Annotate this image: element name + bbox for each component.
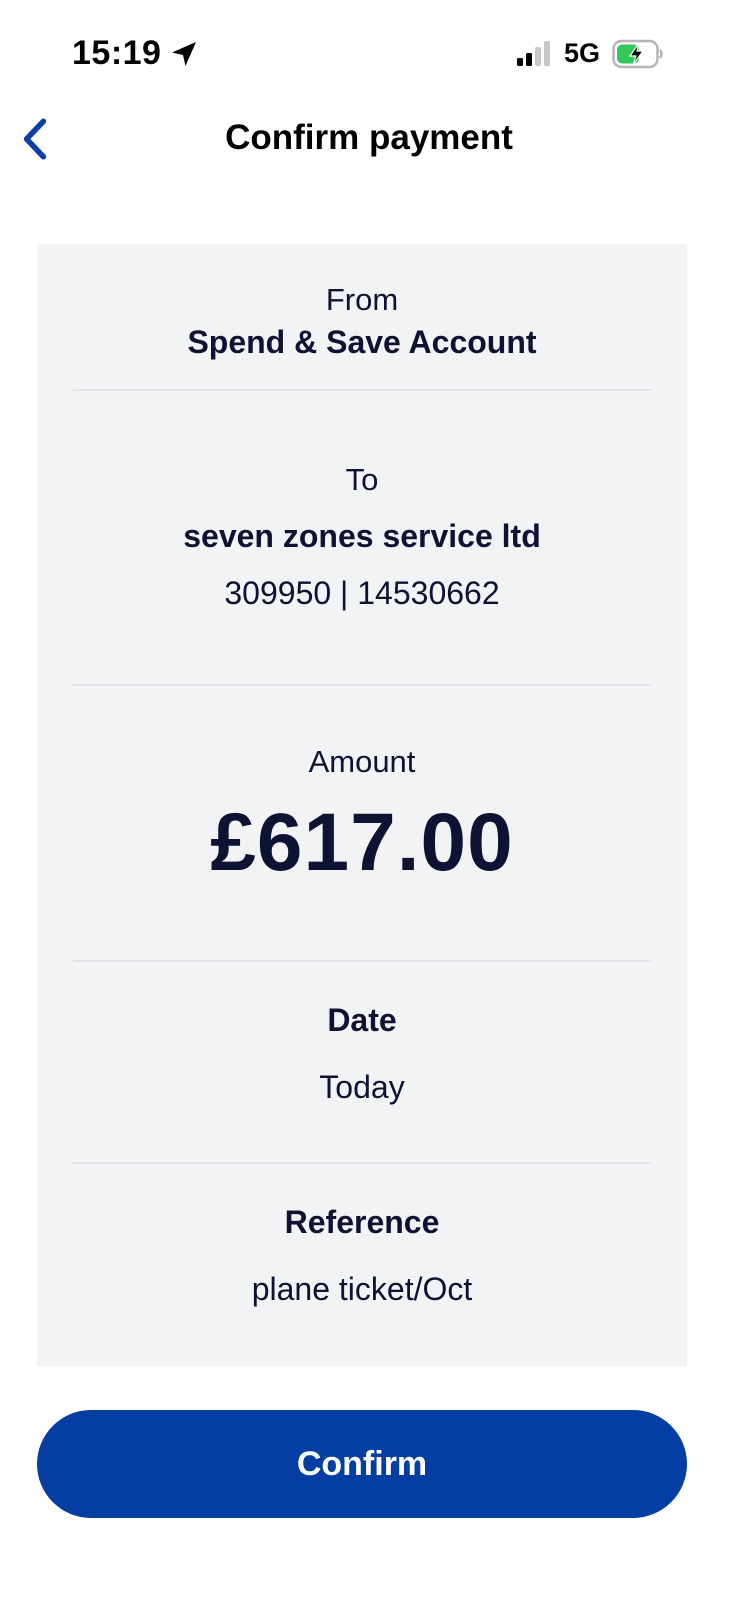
amount-section: Amount £617.00 — [73, 744, 651, 890]
status-time-group: 15:19 — [72, 34, 199, 73]
date-label: Date — [327, 1002, 397, 1038]
to-label: To — [345, 462, 379, 497]
signal-icon — [516, 40, 552, 68]
divider — [73, 960, 651, 962]
date-value: Today — [319, 1069, 405, 1105]
divider — [73, 389, 651, 391]
payee-account-details: 309950 | 14530662 — [224, 575, 500, 611]
divider — [73, 1162, 651, 1164]
to-section: To seven zones service ltd 309950 | 1453… — [73, 462, 651, 612]
from-account-name: Spend & Save Account — [187, 324, 537, 360]
from-section: From Spend & Save Account — [73, 282, 651, 361]
nav-header: Confirm payment — [0, 100, 738, 180]
from-label: From — [325, 282, 399, 317]
payment-summary-card: From Spend & Save Account To seven zones… — [37, 244, 687, 1366]
status-indicators: 5G — [516, 38, 664, 69]
network-label: 5G — [563, 38, 600, 68]
payment-amount: £617.00 — [210, 797, 514, 888]
divider — [73, 684, 651, 686]
status-bar: 15:19 5G — [0, 0, 738, 100]
amount-label: Amount — [308, 744, 416, 779]
payee-name: seven zones service ltd — [183, 518, 541, 554]
reference-label: Reference — [284, 1204, 440, 1240]
status-time: 15:19 — [72, 34, 162, 72]
reference-section: Reference plane ticket/Oct — [73, 1204, 651, 1308]
page-title: Confirm payment — [225, 118, 513, 157]
date-section: Date Today — [73, 1002, 651, 1106]
location-arrow-icon — [169, 39, 199, 69]
battery-charging-icon — [612, 39, 664, 69]
reference-value: plane ticket/Oct — [251, 1271, 473, 1307]
confirm-button-label: Confirm — [296, 1444, 428, 1483]
confirm-button[interactable]: Confirm — [37, 1410, 687, 1518]
confirm-payment-screen: 15:19 5G Confirm payment From Spend & Sa… — [0, 0, 738, 1600]
